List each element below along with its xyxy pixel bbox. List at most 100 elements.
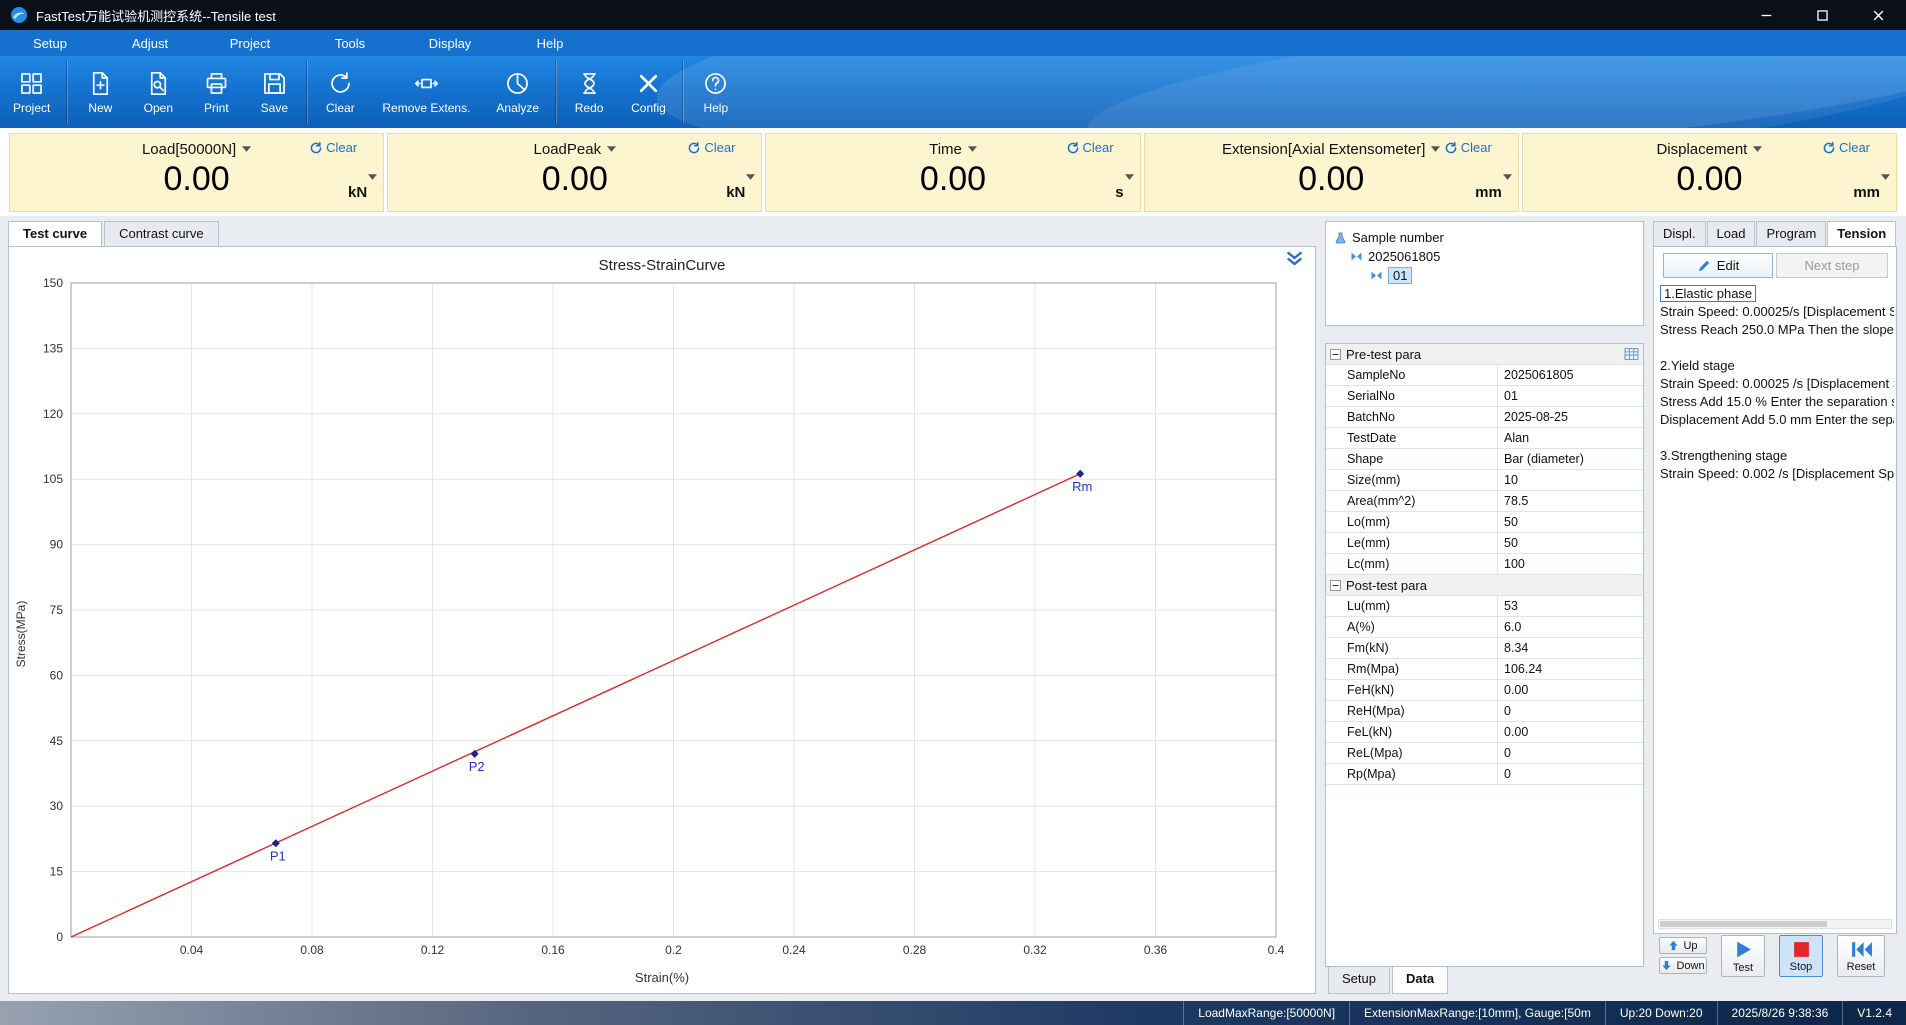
save-button[interactable]: Save (245, 56, 303, 128)
clear-button[interactable]: Clear (1444, 140, 1492, 155)
program-line[interactable]: Stress Add 15.0 % Enter the separation s… (1657, 393, 1894, 411)
maximize-icon (1816, 9, 1829, 22)
remove-extens-button[interactable]: Remove Extens. (369, 56, 483, 128)
measurement-panel-loadpeak: LoadPeakClear0.00kN (387, 133, 762, 212)
param-row-fel-kn[interactable]: FeL(kN)0.00 (1326, 722, 1643, 743)
chevron-down-icon[interactable] (1125, 174, 1134, 180)
chevron-down-icon[interactable] (1431, 146, 1440, 152)
param-row-rel-mpa[interactable]: ReL(Mpa)0 (1326, 743, 1643, 764)
menu-help[interactable]: Help (500, 36, 600, 51)
program-line[interactable]: 2.Yield stage (1657, 357, 1894, 375)
param-row-lu-mm[interactable]: Lu(mm)53 (1326, 596, 1643, 617)
tab-contrast-curve[interactable]: Contrast curve (104, 221, 219, 246)
param-row-le-mm[interactable]: Le(mm)50 (1326, 533, 1643, 554)
toolbar: ProjectNewOpenPrintSaveClearRemove Exten… (0, 56, 1906, 128)
clear-button[interactable]: Clear (311, 56, 369, 128)
stop-button[interactable]: Stop (1779, 935, 1823, 977)
reset-button[interactable]: Reset (1837, 935, 1885, 977)
param-row-area-mm-2[interactable]: Area(mm^2)78.5 (1326, 491, 1643, 512)
chevron-down-icon[interactable] (368, 174, 377, 180)
collapse-icon[interactable] (1330, 349, 1341, 360)
param-row-reh-mpa[interactable]: ReH(Mpa)0 (1326, 701, 1643, 722)
param-group-post-test-para[interactable]: Post-test para (1326, 575, 1643, 596)
up-button[interactable]: Up (1659, 937, 1707, 954)
program-line[interactable]: 3.Strengthening stage (1657, 447, 1894, 465)
close-button[interactable] (1850, 0, 1906, 30)
menu-display[interactable]: Display (400, 36, 500, 51)
chevron-down-icon[interactable] (1881, 174, 1890, 180)
tab-test-curve[interactable]: Test curve (8, 221, 102, 246)
chevron-down-icon[interactable] (242, 146, 251, 152)
param-row-feh-kn[interactable]: FeH(kN)0.00 (1326, 680, 1643, 701)
param-row-serialno[interactable]: SerialNo01 (1326, 386, 1643, 407)
specimen-icon (1350, 251, 1363, 262)
clear-button[interactable]: Clear (1822, 140, 1870, 155)
param-row-rp-mpa[interactable]: Rp(Mpa)0 (1326, 764, 1643, 785)
svg-text:P1: P1 (270, 848, 286, 863)
tab-tension[interactable]: Tension (1827, 221, 1896, 246)
analyze-button[interactable]: Analyze (483, 56, 552, 128)
tree-node-sample[interactable]: 2025061805 (1326, 247, 1643, 266)
program-line[interactable]: Stress Reach 250.0 MPa Then the slope ch… (1657, 321, 1894, 339)
param-row-shape[interactable]: ShapeBar (diameter) (1326, 449, 1643, 470)
redo-button[interactable]: Redo (560, 56, 618, 128)
svg-text:45: 45 (50, 734, 64, 748)
table-grid-icon[interactable] (1624, 347, 1639, 361)
svg-text:0.2: 0.2 (665, 943, 682, 957)
param-row-size-mm[interactable]: Size(mm)10 (1326, 470, 1643, 491)
collapse-icon[interactable] (1330, 580, 1341, 591)
tab-data[interactable]: Data (1392, 967, 1448, 994)
print-button[interactable]: Print (187, 56, 245, 128)
svg-text:0.16: 0.16 (541, 943, 565, 957)
param-row-batchno[interactable]: BatchNo2025-08-25 (1326, 407, 1643, 428)
tab-displ[interactable]: Displ. (1653, 221, 1706, 246)
minimize-button[interactable] (1738, 0, 1794, 30)
status-spacer (0, 1001, 1183, 1025)
project-button[interactable]: Project (0, 56, 63, 128)
menu-project[interactable]: Project (200, 36, 300, 51)
open-button[interactable]: Open (129, 56, 187, 128)
chevron-down-icon[interactable] (1753, 146, 1762, 152)
rewind-icon (1850, 940, 1873, 959)
program-line[interactable]: Strain Speed: 0.00025 /s [Displacement S… (1657, 375, 1894, 393)
tab-load[interactable]: Load (1707, 221, 1756, 246)
clear-button[interactable]: Clear (1066, 140, 1114, 155)
maximize-button[interactable] (1794, 0, 1850, 30)
new-button[interactable]: New (71, 56, 129, 128)
clear-button[interactable]: Clear (309, 140, 357, 155)
program-line[interactable]: Strain Speed: 0.002 /s [Displacement Spe… (1657, 465, 1894, 483)
param-row-lc-mm[interactable]: Lc(mm)100 (1326, 554, 1643, 575)
horizontal-scrollbar[interactable] (1658, 919, 1892, 929)
scrollbar-thumb[interactable] (1660, 921, 1827, 927)
clear-button[interactable]: Clear (687, 140, 735, 155)
param-row-lo-mm[interactable]: Lo(mm)50 (1326, 512, 1643, 533)
program-line[interactable]: Displacement Add 5.0 mm Enter the separa… (1657, 411, 1894, 429)
tab-program[interactable]: Program (1756, 221, 1826, 246)
svg-text:Rm: Rm (1072, 479, 1092, 494)
tree-node-serial[interactable]: 01 (1326, 266, 1643, 285)
measurement-title: Extension[Axial Extensometer] (1222, 141, 1425, 158)
next-step-button[interactable]: Next step (1776, 253, 1888, 278)
param-row-testdate[interactable]: TestDateAlan (1326, 428, 1643, 449)
menu-tools[interactable]: Tools (300, 36, 400, 51)
chevron-down-icon[interactable] (746, 174, 755, 180)
program-line[interactable]: Strain Speed: 0.00025/s [Displacement Sp… (1657, 303, 1894, 321)
param-row-rm-mpa[interactable]: Rm(Mpa)106.24 (1326, 659, 1643, 680)
config-button[interactable]: Config (618, 56, 679, 128)
chevron-down-icon[interactable] (968, 146, 977, 152)
help-button[interactable]: Help (687, 56, 745, 128)
param-row-a[interactable]: A(%)6.0 (1326, 617, 1643, 638)
down-button[interactable]: Down (1659, 957, 1707, 974)
param-group-pre-test-para[interactable]: Pre-test para (1326, 344, 1643, 365)
menu-adjust[interactable]: Adjust (100, 36, 200, 51)
param-row-sampleno[interactable]: SampleNo2025061805 (1326, 365, 1643, 386)
chevron-down-icon[interactable] (1503, 174, 1512, 180)
tab-setup[interactable]: Setup (1328, 967, 1390, 994)
program-line[interactable]: 1.Elastic phase (1657, 285, 1894, 303)
chevron-down-icon[interactable] (607, 146, 616, 152)
toolbar-separator (66, 60, 68, 124)
param-row-fm-kn[interactable]: Fm(kN)8.34 (1326, 638, 1643, 659)
test-button[interactable]: Test (1721, 935, 1765, 977)
edit-button[interactable]: Edit (1663, 253, 1773, 278)
menu-setup[interactable]: Setup (0, 36, 100, 51)
